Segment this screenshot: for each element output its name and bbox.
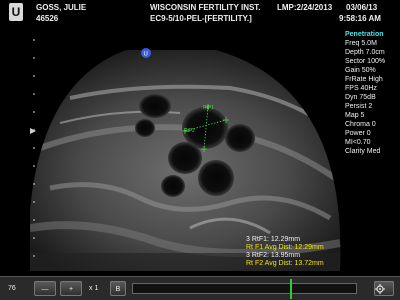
param-persistence: Persist 2 [345,103,373,110]
study-preset: EC9-5/10-PEL-[FERTILITY.] [150,14,252,23]
patient-name: GOSS, JULIE [36,3,87,12]
follicle [168,142,202,174]
measurement-rtf2: 3 RtF2: 13.95mm [246,252,301,259]
param-mi: MI<0.70 [345,139,371,146]
follicle [139,94,171,118]
exam-time: 9:58:16 AM [339,14,381,23]
param-frequency: Freq 5.0M [345,40,377,47]
measurement-rtf1-avg: Rt F1 Avg Dist: 12.29mm [246,244,324,251]
sonogram-image: U RtF1 RtF2 [30,28,345,271]
magnification-label: x 1 [89,285,99,292]
follicle [135,119,155,137]
param-gain: Gain 50% [345,67,376,74]
patient-id: 46526 [36,14,59,23]
exam-date: 03/06/13 [346,3,378,12]
follicle [198,160,234,196]
param-mode-title: Penetration [345,31,384,38]
measurement-panel: 3 RtF1: 12.29mm Rt F1 Avg Dist: 12.29mm … [246,236,324,268]
param-dynamic-range: Dyn 75dB [345,94,376,101]
cine-scrollbar[interactable] [132,283,357,294]
lmp-date: LMP:2/24/2013 [277,3,333,12]
measurement-rtf1: 3 RtF1: 12.29mm [246,236,301,243]
b-mode-button[interactable]: B [110,281,126,296]
header-bar: U GOSS, JULIE 46526 WISCONSIN FERTILITY … [0,0,400,26]
cine-position-marker[interactable] [290,279,292,299]
measurement-rtf2-avg: Rt F2 Avg Dist: 13.72mm [246,260,324,267]
follicle [225,124,255,152]
param-frame-rate: FrRate High [345,76,383,83]
param-chroma: Chroma 0 [345,121,376,128]
bottom-toolbar: 76 — + x 1 B [0,276,400,300]
frame-counter: 76 [8,285,16,292]
imaging-parameters: Penetration Freq 5.0M Depth 7.0cm Sector… [345,30,400,156]
caliper-label-rtf1: RtF1 [203,105,214,111]
param-sector: Sector 100% [345,58,386,65]
focus-marker-icon [30,128,36,134]
increase-button[interactable]: + [60,281,82,296]
follicle [161,175,185,197]
param-clarity: Clarity Med [345,148,381,155]
institution-name: WISCONSIN FERTILITY INST. [150,3,261,12]
param-depth: Depth 7.0cm [345,49,385,56]
gear-icon[interactable] [374,281,394,296]
param-map: Map 5 [345,112,365,119]
ultrasound-screen: U GOSS, JULIE 46526 WISCONSIN FERTILITY … [0,0,400,300]
param-fps: FPS 40Hz [345,85,377,92]
caliper-label-rtf2: RtF2 [184,128,195,134]
orientation-marker-label: U [144,52,148,58]
brand-logo: U [9,3,23,21]
sonogram-graphic: U RtF1 RtF2 [30,39,341,271]
param-power: Power 0 [345,130,371,137]
decrease-button[interactable]: — [34,281,56,296]
